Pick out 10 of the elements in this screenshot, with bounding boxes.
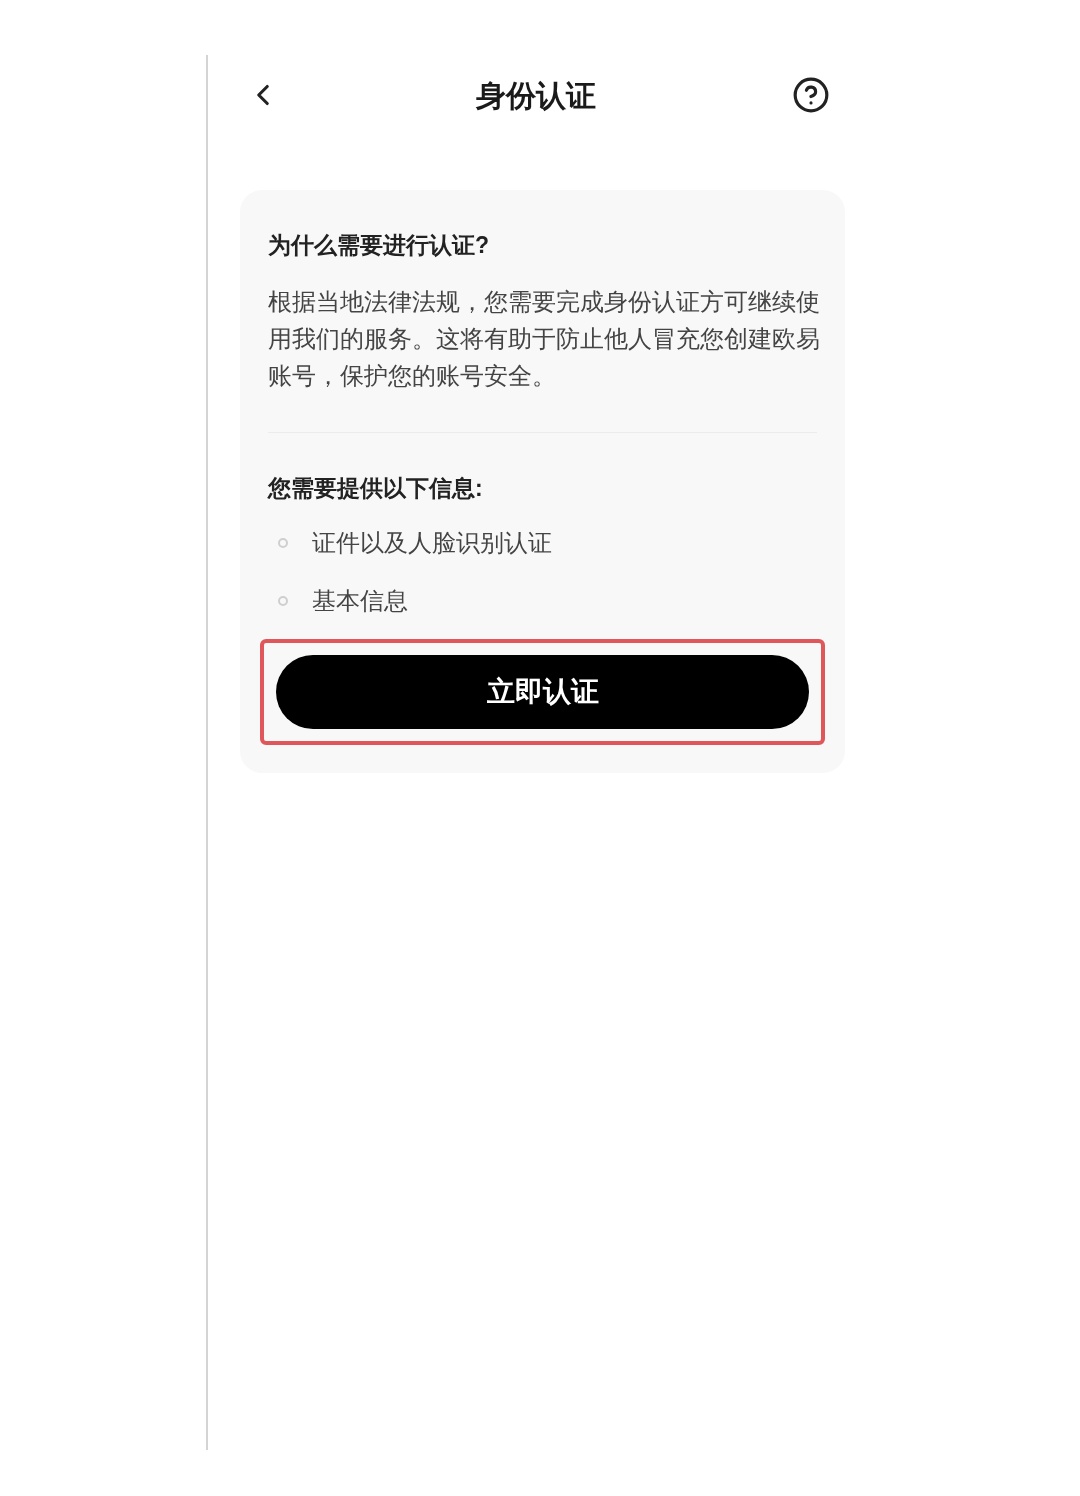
requirement-item: 基本信息 [312,586,408,616]
explanation-text: 根据当地法律法规，您需要完成身份认证方可继续使用我们的服务。这将有助于防止他人冒充您创建欧易账号，保护您的账号安全。 [268,286,820,391]
help-icon[interactable] [792,76,830,114]
requirement-item: 证件以及人脸识别认证 [312,528,552,558]
page-title: 身份认证 [476,77,596,114]
verify-button[interactable]: 立即认证 [276,655,809,729]
list-heading: 您需要提供以下信息: [268,473,484,503]
bullet-icon [278,596,288,606]
card-heading: 为什么需要进行认证? [268,231,491,260]
bullet-icon [278,538,288,548]
